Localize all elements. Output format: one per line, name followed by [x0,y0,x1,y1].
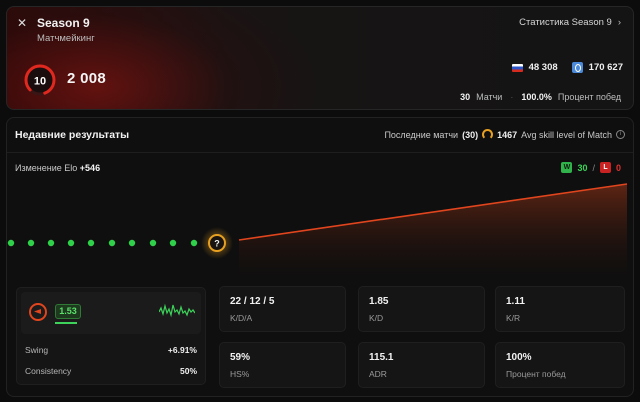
stat-value: 22 / 12 / 5 [230,296,275,307]
recent-results-title: Недавние результаты [15,129,130,141]
level-number: 10 [34,76,46,88]
stat-card-kd: 1.85 K/D [358,286,485,332]
stat-label: K/D/A [230,313,253,323]
season-stats-link[interactable]: Статистика Season 9 › [519,17,621,28]
separator-dot: · [510,92,514,102]
match-dot [190,239,198,247]
rank-row: 48 308 170 627 [511,62,623,73]
russia-flag-icon [511,63,523,72]
win-loss-separator: / [592,162,595,173]
elo-change-value: +546 [79,163,101,173]
season-subtitle: Матчмейкинг [37,33,95,44]
elo-area [239,184,627,283]
losses-count: 0 [615,162,621,173]
level-ring-icon: 10 [24,64,56,96]
match-dot [149,239,157,247]
stat-label: HS% [230,369,250,379]
consistency-value: 50% [179,366,197,376]
match-dot [67,239,75,247]
stat-card-winrate: 100% Процент побед [495,342,625,388]
rating-badge: 1.53 [55,304,81,319]
losses-icon: L [599,162,611,173]
matches-value: 30 [460,92,471,102]
global-rank: 170 627 [588,62,623,73]
season-title: Season 9 [37,16,90,30]
winrate-value: 100.0% [521,92,552,102]
stat-label: Процент побед [506,369,566,379]
match-dot [108,239,116,247]
crosshair-icon: ✕ [16,16,28,30]
match-dot [169,239,177,247]
country-rank: 48 308 [528,62,558,73]
stat-label: K/D [369,313,384,323]
stat-card-kda: 22 / 12 / 5 K/D/A [219,286,346,332]
chevron-right-icon: › [617,17,621,28]
swing-row: Swing +6.91% [25,345,199,355]
wins-count: 30 [577,162,588,173]
swing-value: +6.91% [167,345,197,355]
stat-value: 59% [230,352,251,363]
season-card: ✕ Season 9 Матчмейкинг Статистика Season… [6,6,634,110]
swing-label: Swing [25,345,49,355]
elo-change: Изменение Elo +546 [15,163,100,173]
avg-skill-value: 1467 [497,129,518,140]
win-loss: W 30 / L 0 [561,162,621,173]
globe-icon [571,62,583,73]
rating-box: 1.53 [21,292,201,334]
match-dot [7,239,15,247]
match-dots [7,239,198,247]
stat-card-kr: 1.11 K/R [495,286,625,332]
match-dot [87,239,95,247]
season-stats-row: 30 Матчи · 100.0% Процент побед [460,92,621,102]
recent-matches-info: Последние матчи (30) 1467 Avg skill leve… [384,129,625,140]
wins-icon: W [561,162,573,173]
match-dot [27,239,35,247]
stat-card-adr: 115.1 ADR [358,342,485,388]
gauge-icon [482,129,494,140]
elo-value: 2 008 [67,70,107,87]
rating-bar [55,322,78,324]
performance-panel: 1.53 Swing +6.91% Consistency 50% [16,287,206,385]
stat-value: 1.11 [506,296,525,307]
elo-change-label: Изменение Elo [15,163,78,173]
stat-value: 100% [506,352,532,363]
stat-label: K/R [506,313,521,323]
match-dot [128,239,136,247]
stat-label: ADR [369,369,387,379]
elo-history-chart: ? [7,183,628,283]
consistency-label: Consistency [25,366,72,376]
rating-sparkline [159,303,195,318]
winrate-label: Процент побед [557,92,621,102]
marker-label: ? [214,239,220,249]
last-matches-label: Последние матчи [384,129,459,140]
match-dot [47,239,55,247]
avg-skill-label: Avg skill level of Match [521,129,612,140]
target-icon [29,303,47,321]
stat-value: 1.85 [369,296,389,307]
season-stats-link-label: Статистика Season 9 [519,17,612,28]
consistency-row: Consistency 50% [25,366,199,376]
stat-value: 115.1 [369,352,394,363]
stat-card-hs: 59% HS% [219,342,346,388]
info-icon[interactable]: i [616,130,625,139]
divider [7,152,633,153]
last-matches-count: (30) [462,129,479,140]
recent-results-card: Недавние результаты Последние матчи (30)… [6,117,634,397]
matches-label: Матчи [476,92,503,102]
